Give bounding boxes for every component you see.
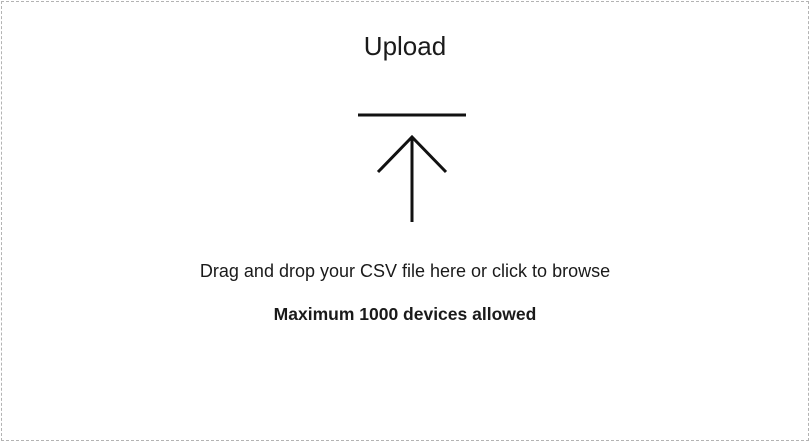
upload-arrow-icon — [358, 113, 466, 222]
upload-title: Upload — [363, 31, 447, 61]
file-drop-zone[interactable]: Upload Drag and drop your CSV file here … — [1, 1, 809, 441]
drop-instruction-text: Drag and drop your CSV file here or clic… — [199, 261, 611, 281]
device-limit-text: Maximum 1000 devices allowed — [273, 304, 537, 324]
